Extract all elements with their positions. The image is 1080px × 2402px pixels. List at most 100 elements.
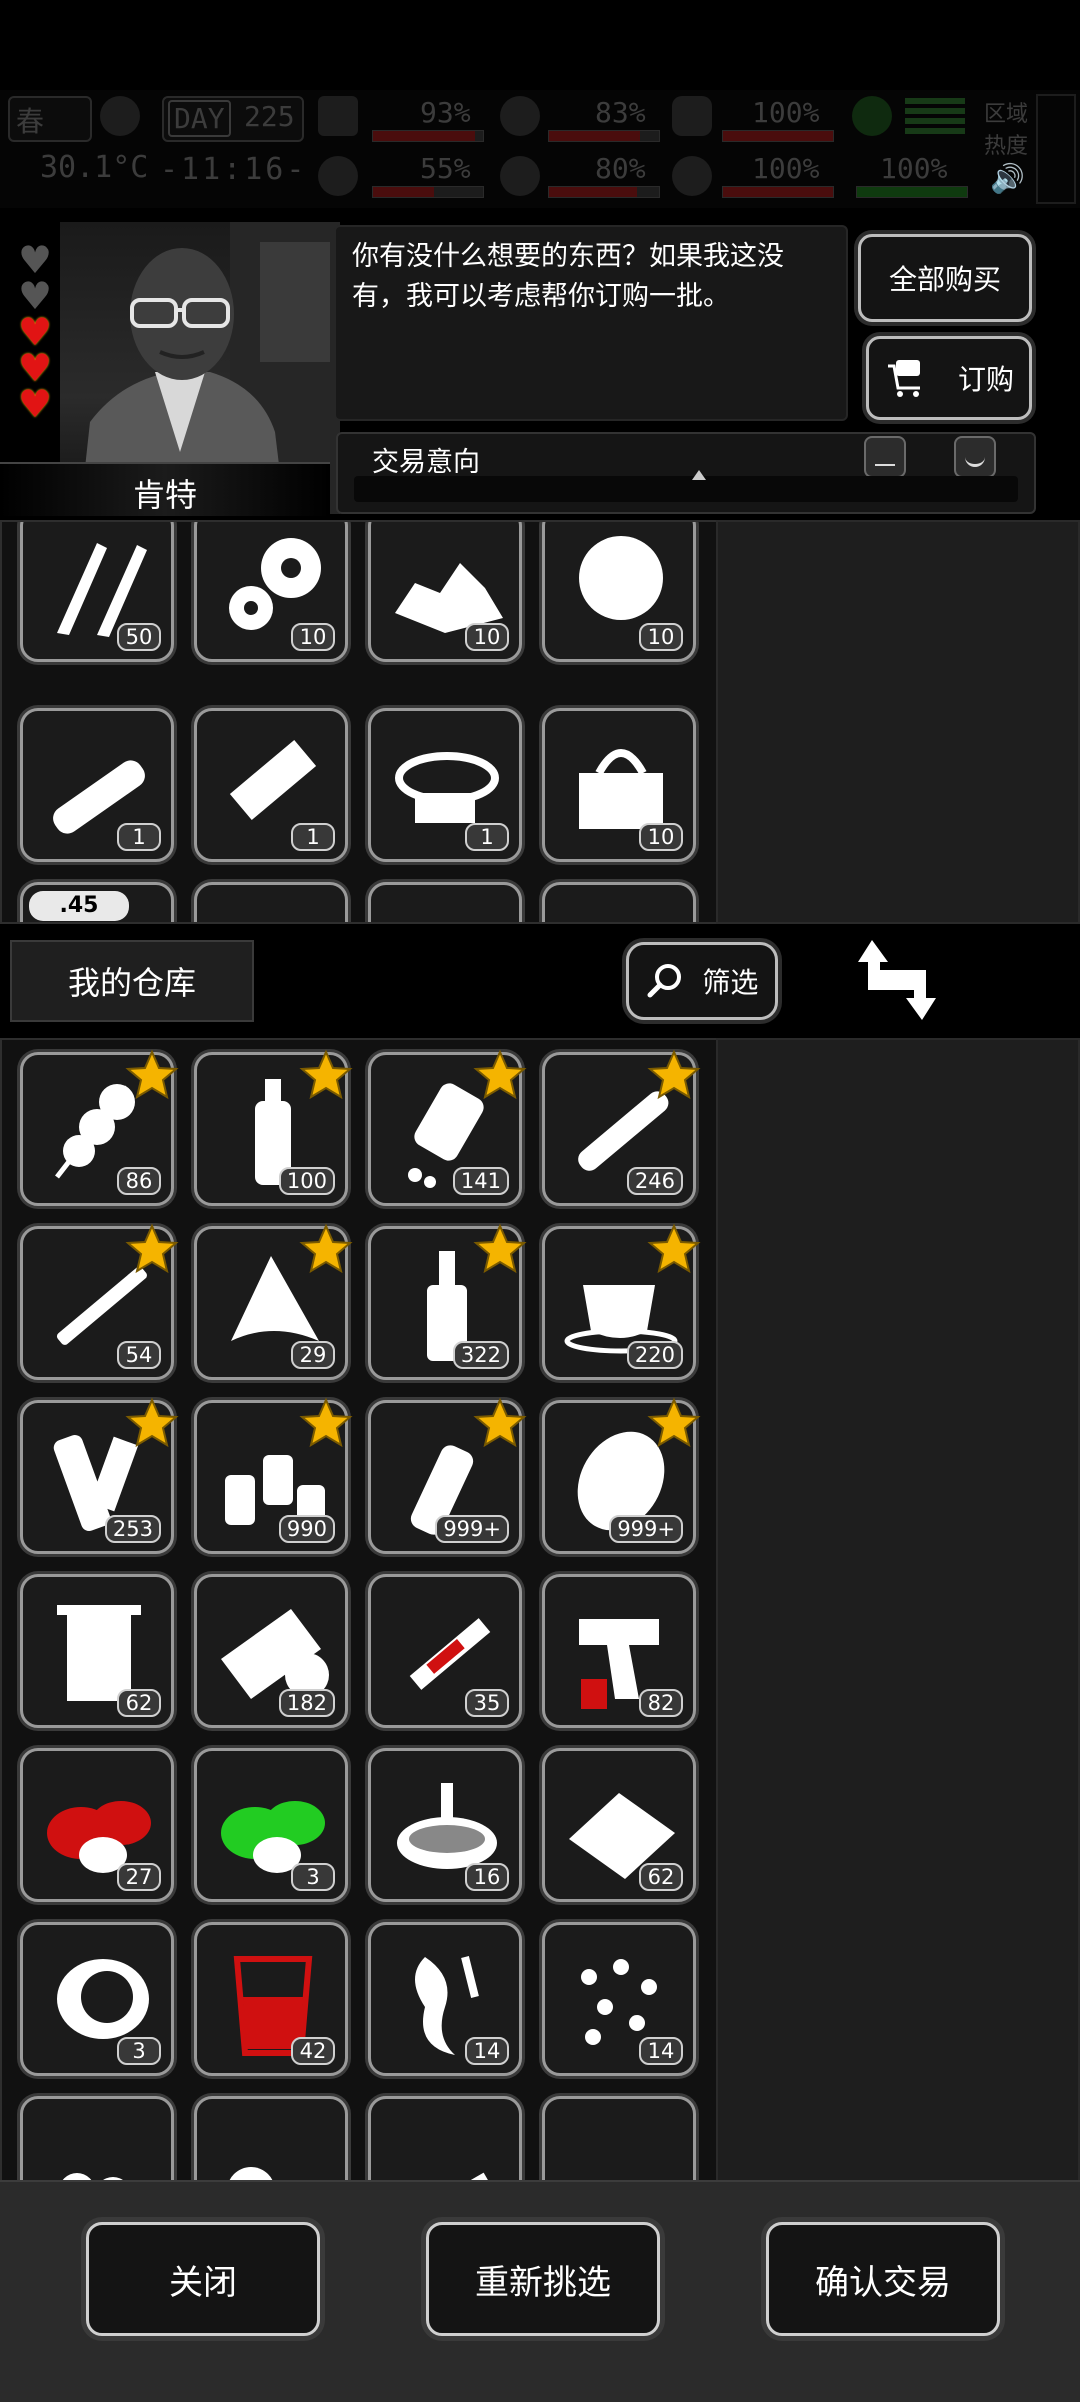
buy-all-label: 全部购买 — [888, 263, 1001, 296]
swap-arrows-icon[interactable] — [852, 932, 942, 1028]
item-slot[interactable]: 62 — [542, 1748, 696, 1902]
item-slot[interactable]: 62 — [20, 1574, 174, 1728]
item-slot[interactable]: 14 — [368, 1922, 522, 2076]
item-slot[interactable]: 10 — [194, 522, 348, 662]
trade-intent-bar — [354, 470, 1018, 502]
item-slot[interactable]: 322 — [368, 1223, 527, 1380]
item-slot[interactable]: 990 — [194, 1397, 353, 1554]
item-slot[interactable] — [194, 882, 348, 924]
item-slot[interactable]: 1 — [194, 708, 348, 862]
item-count: 100 — [278, 1167, 335, 1195]
heat-gauge — [1036, 94, 1076, 204]
caliber-tag: .45 — [29, 891, 129, 921]
item-count: 62 — [117, 1689, 161, 1717]
heart-empty-icon: ♥ — [17, 238, 53, 282]
item-count: 1 — [291, 823, 335, 851]
heart-filled-icon: ♥ — [17, 346, 53, 390]
item-slot[interactable]: 86 — [20, 1049, 179, 1206]
item-count: 3 — [291, 1863, 335, 1891]
item-slot[interactable] — [542, 2096, 696, 2180]
item-count: 29 — [291, 1341, 335, 1369]
shopping-cart-icon — [887, 360, 920, 397]
item-slot[interactable]: 27 — [20, 1748, 174, 1902]
favorite-star-icon — [299, 1049, 353, 1100]
stat-bladder-bar — [722, 130, 834, 142]
confirm-trade-button[interactable]: 确认交易 — [766, 2222, 1000, 2336]
item-count: 35 — [465, 1689, 509, 1717]
filter-button[interactable]: 筛选 — [626, 942, 778, 1020]
stat-hunger-bar — [548, 130, 660, 142]
item-slot[interactable]: 10 — [542, 708, 696, 862]
magnifier-icon — [647, 964, 681, 998]
item-slot[interactable]: .45 — [20, 882, 174, 922]
item-slot[interactable]: 3 — [20, 1922, 174, 2076]
item-count: 220 — [626, 1341, 683, 1369]
reselect-button[interactable]: 重新挑选 — [426, 2222, 660, 2336]
area-label-1: 区域 — [984, 102, 1029, 127]
item-slot[interactable]: 29 — [194, 1223, 353, 1380]
item-slot[interactable]: 253 — [20, 1397, 179, 1554]
buy-all-button[interactable]: 全部购买 — [858, 234, 1032, 322]
merchant-item-grid[interactable]: 50 10 10 10 1 1 1 10 .45 — [0, 520, 718, 924]
item-slot[interactable]: 50 — [20, 522, 174, 662]
stat-stamina: 100% — [880, 152, 948, 185]
medkit-icon — [318, 96, 358, 136]
item-count: 86 — [117, 1167, 161, 1195]
heart-filled-icon: ♥ — [17, 382, 53, 426]
running-icon — [852, 96, 892, 136]
item-slot[interactable]: 182 — [194, 1574, 348, 1728]
item-slot[interactable] — [368, 2096, 522, 2180]
favorite-star-icon — [125, 1049, 179, 1100]
warehouse-item-grid[interactable]: 86 100 141 246 54 29 322 220 253 990 999+ 999+ 62 182… — [0, 1038, 718, 2182]
item-count: 62 — [639, 1863, 683, 1891]
item-slot[interactable]: 16 — [368, 1748, 522, 1902]
order-button[interactable]: 订购 — [866, 336, 1032, 420]
npc-dialog-text: 你有没什么想要的东西？如果我这没有，我可以考虑帮你订购一批。 — [352, 241, 784, 312]
item-count: 82 — [639, 1689, 683, 1717]
item-slot[interactable]: 10 — [542, 522, 696, 662]
favorite-star-icon — [473, 1397, 527, 1448]
stat-hunger: 83% — [595, 96, 646, 129]
item-slot[interactable]: 35 — [368, 1574, 522, 1728]
weather-cloud-icon — [100, 96, 140, 136]
item-slot[interactable]: 999+ — [368, 1397, 527, 1554]
neutral-face-icon — [864, 436, 906, 478]
filter-label: 筛选 — [702, 966, 759, 999]
item-slot[interactable]: 82 — [542, 1574, 696, 1728]
npc-name-bar: 肯特 — [0, 462, 330, 516]
item-count: 42 — [291, 2037, 335, 2065]
speaker-icon[interactable]: 🔊 — [990, 162, 1025, 195]
order-label: 订购 — [957, 363, 1014, 396]
item-slot[interactable]: 10 — [368, 522, 522, 662]
item-count: 999+ — [609, 1515, 683, 1543]
item-slot[interactable]: 3 — [194, 1748, 348, 1902]
item-slot[interactable]: 42 — [194, 1922, 348, 2076]
item-slot[interactable] — [542, 882, 696, 924]
heart-filled-icon: ♥ — [17, 310, 53, 354]
close-button[interactable]: 关闭 — [86, 2222, 320, 2336]
item-slot[interactable]: 1 — [368, 708, 522, 862]
happy-face-icon — [954, 436, 996, 478]
item-slot[interactable] — [368, 882, 522, 922]
item-slot[interactable]: 220 — [542, 1223, 701, 1380]
mesh-ball-icon — [559, 897, 683, 924]
item-slot[interactable] — [20, 2096, 174, 2180]
item-slot[interactable]: 14 — [542, 1922, 696, 2076]
item-count: 322 — [452, 1341, 509, 1369]
day-number: 225 — [244, 100, 295, 133]
trade-intent-panel: 交易意向 — [336, 432, 1036, 514]
item-slot[interactable]: 1 — [20, 708, 174, 862]
stat-mood: 100% — [752, 152, 820, 185]
barrel-icon — [211, 897, 335, 924]
item-slot[interactable]: 54 — [20, 1223, 179, 1380]
item-slot[interactable]: 100 — [194, 1049, 353, 1206]
favorite-star-icon — [125, 1397, 179, 1448]
warehouse-tab[interactable]: 我的仓库 — [10, 940, 254, 1022]
item-count: 182 — [278, 1689, 335, 1717]
favorite-star-icon — [647, 1397, 701, 1448]
item-slot[interactable]: 141 — [368, 1049, 527, 1206]
item-slot[interactable] — [194, 2096, 348, 2180]
item-slot[interactable]: 246 — [542, 1049, 701, 1206]
water-drop-icon — [500, 156, 540, 196]
item-slot[interactable]: 999+ — [542, 1397, 701, 1554]
